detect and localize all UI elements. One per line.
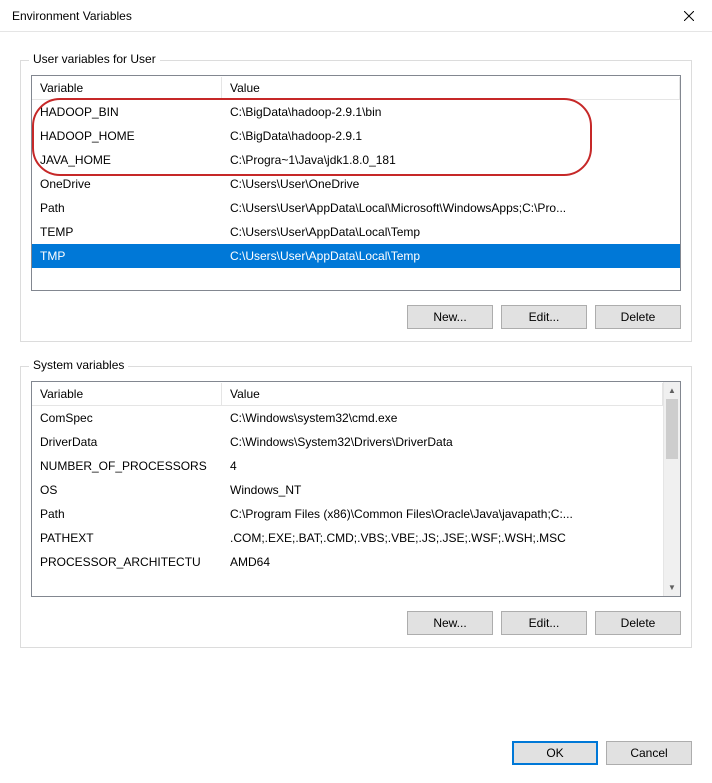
scroll-down-button[interactable]: ▼ xyxy=(664,579,680,596)
var-name-cell: ComSpec xyxy=(32,408,222,428)
user-button-row: New... Edit... Delete xyxy=(31,305,681,329)
user-edit-button[interactable]: Edit... xyxy=(501,305,587,329)
var-value-cell: Windows_NT xyxy=(222,480,663,500)
user-col-variable[interactable]: Variable xyxy=(32,77,222,99)
var-name-cell: TMP xyxy=(32,246,222,266)
var-value-cell: C:\BigData\hadoop-2.9.1 xyxy=(222,126,680,146)
scroll-up-button[interactable]: ▲ xyxy=(664,382,680,399)
user-col-value[interactable]: Value xyxy=(222,77,680,99)
var-value-cell: 4 xyxy=(222,456,663,476)
table-row[interactable]: PathC:\Users\User\AppData\Local\Microsof… xyxy=(32,196,680,220)
window-title: Environment Variables xyxy=(12,9,666,23)
var-value-cell: C:\Users\User\AppData\Local\Temp xyxy=(222,246,680,266)
var-name-cell: NUMBER_OF_PROCESSORS xyxy=(32,456,222,476)
system-edit-button[interactable]: Edit... xyxy=(501,611,587,635)
table-row[interactable]: ComSpecC:\Windows\system32\cmd.exe xyxy=(32,406,663,430)
var-value-cell: C:\Program Files (x86)\Common Files\Orac… xyxy=(222,504,663,524)
system-variables-group: System variables Variable Value ComSpecC… xyxy=(20,366,692,648)
var-value-cell: C:\Users\User\OneDrive xyxy=(222,174,680,194)
table-row[interactable]: PathC:\Program Files (x86)\Common Files\… xyxy=(32,502,663,526)
dialog-button-row: OK Cancel xyxy=(0,737,712,783)
system-list-body: ComSpecC:\Windows\system32\cmd.exeDriver… xyxy=(32,406,680,574)
system-new-button[interactable]: New... xyxy=(407,611,493,635)
var-name-cell: OneDrive xyxy=(32,174,222,194)
table-row[interactable]: HADOOP_BINC:\BigData\hadoop-2.9.1\bin xyxy=(32,100,680,124)
table-row[interactable]: TEMPC:\Users\User\AppData\Local\Temp xyxy=(32,220,680,244)
var-value-cell: C:\Users\User\AppData\Local\Temp xyxy=(222,222,680,242)
var-value-cell: C:\BigData\hadoop-2.9.1\bin xyxy=(222,102,680,122)
user-group-label: User variables for User xyxy=(29,52,160,66)
table-row[interactable]: DriverDataC:\Windows\System32\Drivers\Dr… xyxy=(32,430,663,454)
system-delete-button[interactable]: Delete xyxy=(595,611,681,635)
system-variables-list[interactable]: Variable Value ComSpecC:\Windows\system3… xyxy=(31,381,681,597)
cancel-button[interactable]: Cancel xyxy=(606,741,692,765)
user-list-body: HADOOP_BINC:\BigData\hadoop-2.9.1\binHAD… xyxy=(32,100,680,268)
system-list-header: Variable Value xyxy=(32,382,680,406)
scroll-thumb[interactable] xyxy=(666,399,678,459)
table-row[interactable]: JAVA_HOMEC:\Progra~1\Java\jdk1.8.0_181 xyxy=(32,148,680,172)
var-value-cell: C:\Users\User\AppData\Local\Microsoft\Wi… xyxy=(222,198,680,218)
var-name-cell: OS xyxy=(32,480,222,500)
var-name-cell: PROCESSOR_ARCHITECTU xyxy=(32,552,222,572)
table-row[interactable]: PROCESSOR_ARCHITECTUAMD64 xyxy=(32,550,663,574)
system-scrollbar[interactable]: ▲ ▼ xyxy=(663,382,680,596)
close-icon xyxy=(684,11,694,21)
table-row[interactable]: PATHEXT.COM;.EXE;.BAT;.CMD;.VBS;.VBE;.JS… xyxy=(32,526,663,550)
ok-button[interactable]: OK xyxy=(512,741,598,765)
dialog-content: User variables for User Variable Value H… xyxy=(0,32,712,737)
user-list-header: Variable Value xyxy=(32,76,680,100)
system-col-variable[interactable]: Variable xyxy=(32,383,222,405)
var-name-cell: DriverData xyxy=(32,432,222,452)
user-new-button[interactable]: New... xyxy=(407,305,493,329)
var-value-cell: .COM;.EXE;.BAT;.CMD;.VBS;.VBE;.JS;.JSE;.… xyxy=(222,528,663,548)
user-delete-button[interactable]: Delete xyxy=(595,305,681,329)
var-name-cell: TEMP xyxy=(32,222,222,242)
table-row[interactable]: TMPC:\Users\User\AppData\Local\Temp xyxy=(32,244,680,268)
var-name-cell: HADOOP_HOME xyxy=(32,126,222,146)
system-col-value[interactable]: Value xyxy=(222,383,663,405)
var-name-cell: PATHEXT xyxy=(32,528,222,548)
var-name-cell: JAVA_HOME xyxy=(32,150,222,170)
var-value-cell: C:\Windows\System32\Drivers\DriverData xyxy=(222,432,663,452)
table-row[interactable]: HADOOP_HOMEC:\BigData\hadoop-2.9.1 xyxy=(32,124,680,148)
var-name-cell: Path xyxy=(32,198,222,218)
table-row[interactable]: OneDriveC:\Users\User\OneDrive xyxy=(32,172,680,196)
close-button[interactable] xyxy=(666,0,712,32)
user-variables-list[interactable]: Variable Value HADOOP_BINC:\BigData\hado… xyxy=(31,75,681,291)
var-name-cell: HADOOP_BIN xyxy=(32,102,222,122)
var-value-cell: C:\Windows\system32\cmd.exe xyxy=(222,408,663,428)
system-button-row: New... Edit... Delete xyxy=(31,611,681,635)
env-vars-dialog: Environment Variables User variables for… xyxy=(0,0,712,783)
var-value-cell: C:\Progra~1\Java\jdk1.8.0_181 xyxy=(222,150,680,170)
var-value-cell: AMD64 xyxy=(222,552,663,572)
table-row[interactable]: NUMBER_OF_PROCESSORS4 xyxy=(32,454,663,478)
user-variables-group: User variables for User Variable Value H… xyxy=(20,60,692,342)
var-name-cell: Path xyxy=(32,504,222,524)
titlebar: Environment Variables xyxy=(0,0,712,32)
system-group-label: System variables xyxy=(29,358,128,372)
table-row[interactable]: OSWindows_NT xyxy=(32,478,663,502)
